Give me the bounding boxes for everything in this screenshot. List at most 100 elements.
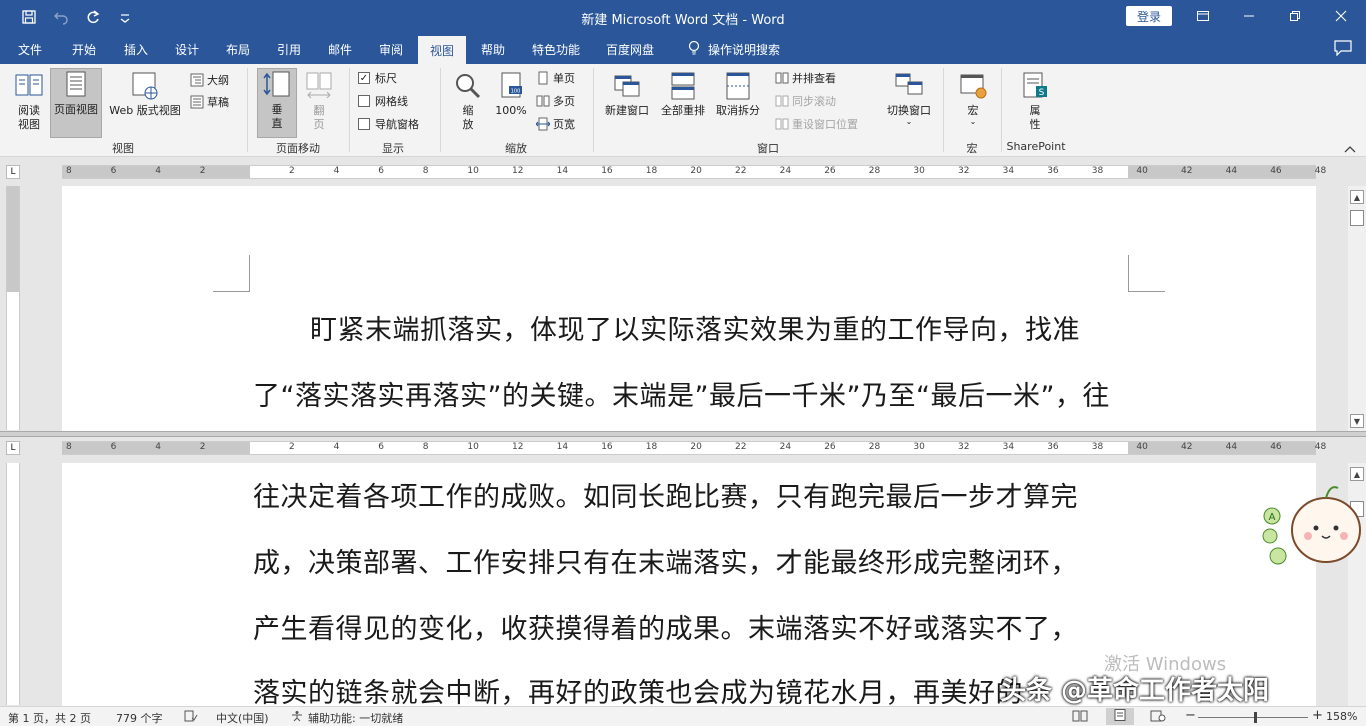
ribbon-display-options-icon[interactable] xyxy=(1180,0,1226,32)
tab-review[interactable]: 审阅 xyxy=(369,34,413,64)
zoom-in-button[interactable]: + xyxy=(1312,708,1323,723)
proofing-icon[interactable] xyxy=(184,710,198,725)
page-width-button[interactable]: 页宽 xyxy=(536,114,575,134)
page-count[interactable]: 第 1 页，共 2 页 xyxy=(8,710,91,726)
remove-split-button[interactable]: 取消拆分 xyxy=(711,70,765,138)
word-count[interactable]: 779 个字 xyxy=(116,710,163,726)
vertical-button[interactable]: 垂 直 xyxy=(257,68,297,138)
horizontal-ruler[interactable]: 8 6 4 2 2 4 6 8 10 12 14 16 18 20 22 24 26 28 30 32 34 36 38 40… xyxy=(62,441,1326,455)
save-icon[interactable] xyxy=(16,6,42,28)
ruler-tick-label: 2 xyxy=(199,166,206,176)
macros-icon xyxy=(960,74,987,99)
collapse-ribbon-icon[interactable] xyxy=(1344,144,1356,154)
print-layout-status-icon[interactable] xyxy=(1106,708,1134,725)
horizontal-ruler[interactable]: 8 6 4 2 2 4 6 8 10 12 14 16 18 20 22 24 26 28 30 32 34 36 38 40… xyxy=(62,165,1326,179)
title-bar: 新建 Microsoft Word 文档 - Word 登录 xyxy=(0,0,1366,34)
tab-selector-icon[interactable]: L xyxy=(6,165,20,179)
ruler-checkbox[interactable]: ✓ 标尺 xyxy=(358,68,397,88)
zoom-level[interactable]: 158% xyxy=(1326,710,1357,723)
switch-windows-button[interactable]: 切换窗口 ⌄ xyxy=(880,70,938,138)
paragraph-line[interactable]: 了“落实落实再落实”的关键。末端是”最后一千米”乃至“最后一米”，往 xyxy=(253,374,1110,413)
draft-button[interactable]: 草稿 xyxy=(190,92,229,112)
tab-baidu-netdisk[interactable]: 百度网盘 xyxy=(598,34,662,64)
tab-mailings[interactable]: 邮件 xyxy=(318,34,362,64)
tab-insert[interactable]: 插入 xyxy=(114,34,158,64)
vertical-scrollbar-top[interactable]: ▲ ▼ xyxy=(1348,186,1366,431)
view-side-by-side-button[interactable]: 并排查看 xyxy=(775,68,836,88)
zoom-slider-thumb[interactable] xyxy=(1254,712,1257,723)
nav-pane-checkbox[interactable]: 导航窗格 xyxy=(358,114,419,134)
tab-special-features[interactable]: 特色功能 xyxy=(524,34,588,64)
outline-button[interactable]: 大纲 xyxy=(190,70,229,90)
group-divider xyxy=(247,68,248,152)
paragraph-line[interactable]: 落实的链条就会中断，再好的政策也会成为镜花水月，再美好的 xyxy=(253,671,1023,710)
web-layout-status-icon[interactable] xyxy=(1150,710,1166,725)
accessibility-icon[interactable] xyxy=(290,710,304,725)
scroll-down-icon[interactable]: ▼ xyxy=(1350,414,1364,428)
paragraph-line[interactable]: 盯紧末端抓落实，体现了以实际落实效果为重的工作导向，找准 xyxy=(310,308,1080,347)
ruler-tick-label: 18 xyxy=(645,442,658,452)
ruler-tick-label: 24 xyxy=(779,166,792,176)
quick-access-toolbar xyxy=(16,6,138,28)
vertical-ruler[interactable] xyxy=(6,463,20,705)
tab-help[interactable]: 帮助 xyxy=(471,34,515,64)
comments-icon[interactable] xyxy=(1334,40,1352,56)
zoom-out-button[interactable]: − xyxy=(1185,708,1196,723)
sync-scroll-button[interactable]: 同步滚动 xyxy=(775,91,836,111)
tab-file[interactable]: 文件 xyxy=(8,34,52,64)
scroll-thumb[interactable] xyxy=(1350,210,1364,226)
new-window-icon xyxy=(614,75,640,97)
paragraph-line[interactable]: 成，决策部署、工作安排只有在末端落实，才能最终形成完整闭环， xyxy=(253,541,1078,580)
reset-position-icon xyxy=(775,118,789,130)
arrange-all-button[interactable]: 全部重排 xyxy=(656,70,710,138)
login-button[interactable]: 登录 xyxy=(1126,6,1172,26)
accessibility-status[interactable]: 辅助功能: 一切就绪 xyxy=(308,710,403,726)
repeat-icon[interactable] xyxy=(80,6,106,28)
tab-view[interactable]: 视图 xyxy=(418,36,466,64)
zoom-100-button[interactable]: 100 100% xyxy=(492,70,530,138)
read-mode-status-icon[interactable] xyxy=(1072,710,1088,725)
macros-button[interactable]: 宏 ⌄ xyxy=(954,70,992,138)
close-icon[interactable] xyxy=(1318,0,1364,32)
ruler-tick-label: 34 xyxy=(1002,442,1015,452)
tab-selector-icon[interactable]: L xyxy=(6,441,20,455)
tab-layout[interactable]: 布局 xyxy=(216,34,260,64)
print-layout-label: 页面视图 xyxy=(54,103,98,116)
undo-icon[interactable] xyxy=(48,6,74,28)
minimize-icon[interactable] xyxy=(1226,0,1272,32)
chevron-down-icon: ⌄ xyxy=(905,117,913,126)
one-page-button[interactable]: 单页 xyxy=(536,68,575,88)
vertical-ruler[interactable] xyxy=(6,186,20,430)
gridlines-checkbox[interactable]: 网格线 xyxy=(358,91,408,111)
language-indicator[interactable]: 中文(中国) xyxy=(216,710,269,726)
new-window-button[interactable]: 新建窗口 xyxy=(600,70,654,138)
zoom-100-icon: 100 xyxy=(501,72,522,98)
restore-icon[interactable] xyxy=(1272,0,1318,32)
ruler-tick-label: 26 xyxy=(824,442,836,452)
read-mode-button[interactable]: 阅读 视图 xyxy=(8,70,50,138)
multiple-pages-label: 多页 xyxy=(553,95,575,108)
split-bar[interactable] xyxy=(0,431,1366,437)
ruler-tick-label: 40 xyxy=(1136,442,1148,452)
tab-design[interactable]: 设计 xyxy=(165,34,209,64)
switch-windows-icon xyxy=(895,73,923,95)
zoom-slider[interactable] xyxy=(1198,717,1308,718)
svg-text:100: 100 xyxy=(511,89,521,95)
side-to-side-button[interactable]: 翻 页 xyxy=(300,70,338,138)
multiple-pages-button[interactable]: 多页 xyxy=(536,91,575,111)
customize-qat-icon[interactable] xyxy=(112,6,138,28)
paragraph-line[interactable]: 产生看得见的变化，收获摸得着的成果。末端落实不好或落实不了， xyxy=(253,607,1078,646)
reset-window-position-button[interactable]: 重设窗口位置 xyxy=(775,114,858,134)
zoom-button[interactable]: 缩 放 xyxy=(450,70,486,138)
tab-references[interactable]: 引用 xyxy=(267,34,311,64)
group-divider xyxy=(593,68,594,152)
ruler-tick-label: 46 xyxy=(1270,442,1282,452)
properties-button[interactable]: S 属 性 xyxy=(1016,70,1054,138)
tab-home[interactable]: 开始 xyxy=(62,34,106,64)
web-layout-button[interactable]: Web 版式视图 xyxy=(104,70,186,138)
web-layout-label: Web 版式视图 xyxy=(109,104,181,117)
scroll-up-icon[interactable]: ▲ xyxy=(1350,190,1364,204)
print-layout-button[interactable]: 页面视图 xyxy=(50,68,102,138)
paragraph-line[interactable]: 往决定着各项工作的成败。如同长跑比赛，只有跑完最后一步才算完 xyxy=(253,475,1078,514)
tell-me-search[interactable]: 操作说明搜索 xyxy=(678,34,790,64)
